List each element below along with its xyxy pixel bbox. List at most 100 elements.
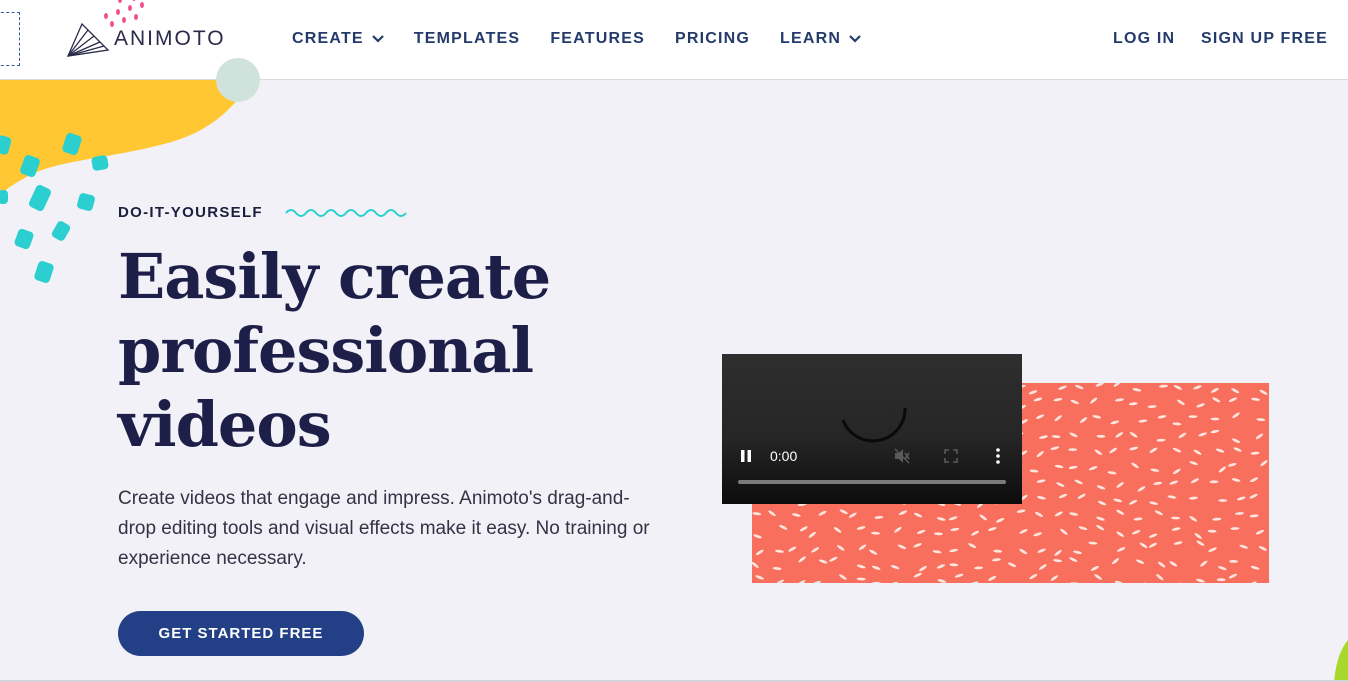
animoto-logo[interactable]: ANIMOTO	[66, 20, 226, 58]
pattern-feather	[971, 530, 980, 536]
pattern-feather	[775, 549, 784, 553]
pattern-feather	[991, 558, 1001, 562]
pattern-feather	[1189, 516, 1198, 522]
chevron-down-icon	[372, 35, 384, 43]
pattern-feather	[916, 529, 926, 534]
pattern-feather	[1110, 420, 1120, 425]
pattern-feather	[808, 531, 816, 538]
pattern-feather	[1078, 526, 1088, 531]
pattern-feather	[837, 545, 845, 551]
pattern-feather	[1231, 478, 1241, 482]
pattern-feather	[1249, 493, 1258, 499]
pattern-feather	[949, 548, 959, 553]
pattern-feather	[1156, 438, 1166, 442]
more-vert-icon[interactable]	[990, 447, 1006, 465]
pattern-feather	[1060, 528, 1068, 535]
nav-templates[interactable]: TEMPLATES	[414, 30, 521, 48]
pattern-feather	[1096, 434, 1106, 438]
pattern-feather	[1131, 530, 1141, 535]
pattern-feather	[1129, 432, 1138, 438]
pattern-feather	[1188, 496, 1198, 500]
pattern-feather	[934, 532, 943, 536]
pattern-feather	[1260, 460, 1268, 467]
pattern-feather	[818, 559, 828, 564]
pattern-feather	[1232, 412, 1240, 419]
nav-learn[interactable]: LEARN	[780, 30, 861, 48]
pattern-feather	[919, 565, 927, 572]
video-player[interactable]: 0:00	[722, 354, 1022, 504]
squiggle-icon	[285, 208, 407, 217]
pattern-feather	[1050, 575, 1059, 581]
pause-icon[interactable]	[740, 450, 752, 462]
pattern-feather	[1016, 509, 1026, 513]
pattern-feather	[979, 514, 987, 521]
pattern-feather	[936, 564, 946, 569]
pattern-feather	[799, 526, 808, 532]
pattern-feather	[1117, 547, 1126, 552]
pattern-feather	[1036, 479, 1046, 483]
pattern-feather	[950, 527, 960, 532]
pattern-feather	[1054, 464, 1064, 469]
login-link[interactable]: LOG IN	[1113, 30, 1175, 48]
pattern-feather	[1069, 432, 1078, 438]
pattern-feather	[1107, 471, 1117, 475]
video-controls: 0:00	[722, 444, 1022, 468]
pattern-feather	[1095, 383, 1105, 387]
video-progress-bar[interactable]	[738, 480, 1006, 484]
pattern-feather	[1198, 432, 1207, 437]
pattern-feather	[1193, 385, 1202, 390]
pattern-feather	[1210, 417, 1220, 421]
pattern-feather	[1190, 478, 1199, 484]
pattern-feather	[1007, 562, 1017, 568]
nav-pricing[interactable]: PRICING	[675, 30, 750, 48]
pattern-feather	[1115, 432, 1124, 438]
pattern-feather	[1227, 462, 1237, 467]
get-started-button[interactable]: GET STARTED FREE	[118, 611, 364, 656]
pattern-feather	[1116, 531, 1125, 537]
pattern-feather	[1150, 468, 1160, 472]
pattern-feather	[811, 547, 820, 553]
pattern-feather	[913, 543, 922, 548]
pattern-feather	[1193, 449, 1202, 455]
headline-line-2: professional	[118, 314, 534, 387]
pattern-feather	[1069, 512, 1079, 516]
pattern-feather	[1129, 499, 1138, 505]
pattern-feather	[1218, 566, 1227, 571]
pattern-feather	[1250, 565, 1260, 570]
pattern-feather	[1019, 548, 1028, 555]
decorative-yellow-blob	[0, 80, 250, 195]
pattern-feather	[753, 534, 762, 539]
fullscreen-icon[interactable]	[944, 449, 958, 463]
pattern-feather	[1235, 512, 1244, 515]
pattern-feather	[1054, 511, 1063, 517]
pattern-feather	[1019, 529, 1028, 534]
chevron-down-icon	[849, 35, 861, 43]
volume-muted-icon[interactable]	[894, 448, 910, 464]
pattern-feather	[988, 575, 997, 581]
pattern-feather	[871, 565, 881, 570]
nav-create[interactable]: CREATE	[292, 30, 384, 48]
pattern-feather	[1053, 559, 1063, 563]
pattern-feather	[1113, 383, 1122, 387]
pattern-feather	[1149, 447, 1158, 453]
headline-line-3: videos	[118, 388, 332, 461]
pattern-feather	[1173, 541, 1183, 545]
pattern-feather	[1209, 480, 1219, 484]
pattern-feather	[1148, 533, 1158, 538]
pattern-feather	[1250, 477, 1259, 483]
pattern-feather	[954, 573, 964, 578]
pattern-feather	[872, 581, 881, 583]
hero-description: Create videos that engage and impress. A…	[118, 488, 650, 569]
signup-link[interactable]: SIGN UP FREE	[1201, 30, 1328, 48]
pattern-feather	[1212, 517, 1222, 521]
pattern-feather	[1210, 387, 1219, 393]
pattern-feather	[1090, 565, 1099, 571]
pattern-feather	[1149, 501, 1158, 505]
nav-features[interactable]: FEATURES	[550, 30, 645, 48]
pattern-feather	[1058, 493, 1068, 499]
pattern-feather	[1114, 580, 1124, 583]
pattern-feather	[779, 524, 788, 530]
pattern-feather	[993, 549, 1003, 553]
pattern-feather	[839, 574, 847, 580]
pattern-feather	[1113, 498, 1123, 503]
